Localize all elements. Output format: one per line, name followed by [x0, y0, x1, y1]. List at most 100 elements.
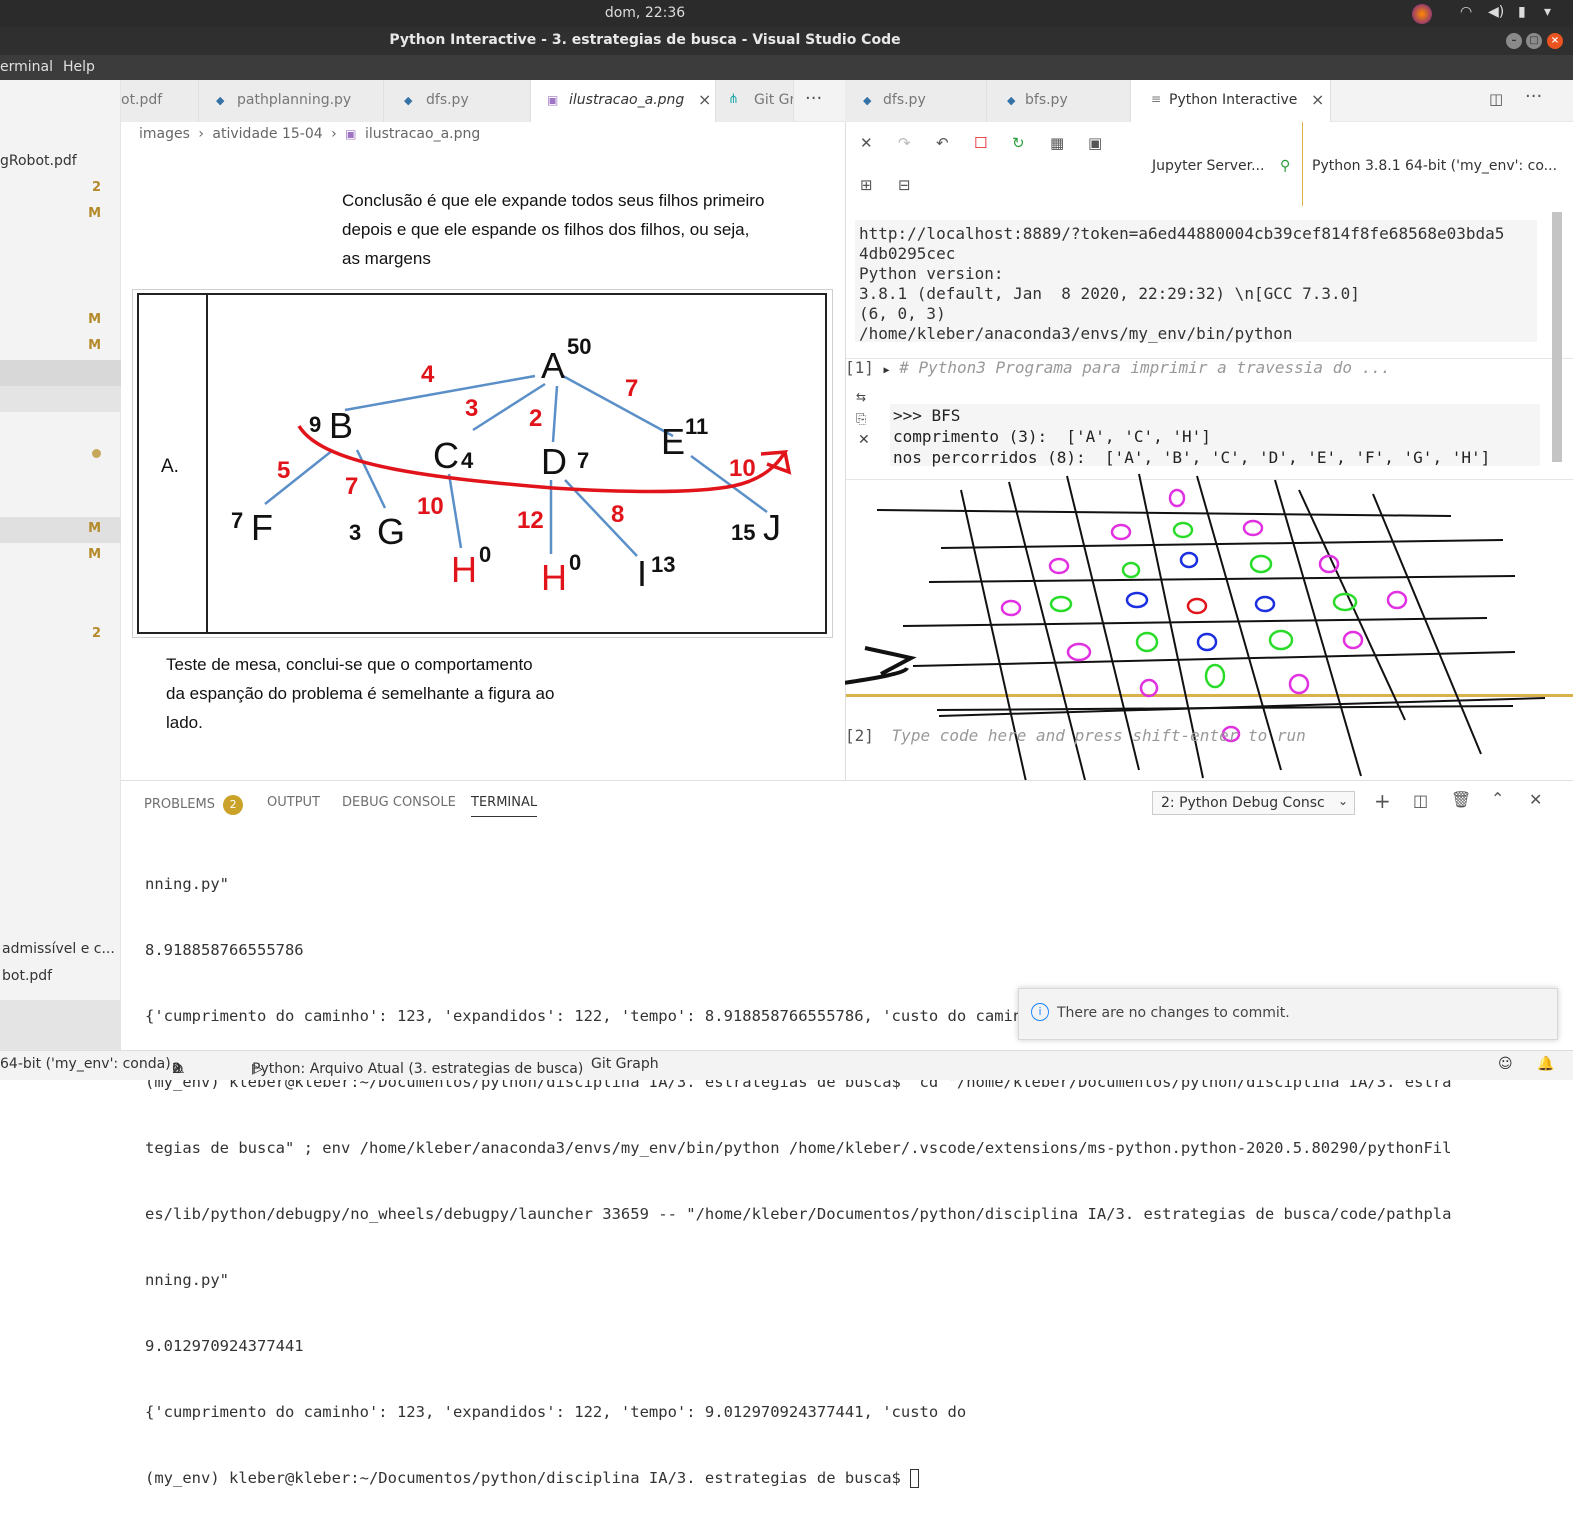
firefox-icon[interactable] [1412, 4, 1432, 24]
new-terminal-icon[interactable]: + [1374, 789, 1391, 813]
undo-icon[interactable]: ↶ [936, 134, 949, 152]
terminal-selector[interactable]: 2: Python Debug Consc ⌄ [1152, 791, 1355, 815]
clear-all-icon[interactable]: ✕ [860, 134, 873, 152]
trash-icon[interactable]: 🗑 [1451, 790, 1471, 809]
battery-icon[interactable]: ▮ [1518, 4, 1526, 20]
explorer-item[interactable]: 2 [0, 176, 121, 202]
explorer-item[interactable]: M [0, 334, 121, 360]
tab-ilustracao[interactable]: ▣ ilustracao_a.png × [531, 80, 716, 122]
input-cell-placeholder[interactable]: Type code here and press shift-enter to … [892, 726, 1306, 745]
maximize-icon[interactable]: □ [1526, 33, 1542, 49]
delete-cell-icon[interactable]: ✕ [858, 432, 870, 448]
cell-code[interactable]: # Python3 Programa para imprimir a trave… [899, 358, 1390, 377]
tab-problems[interactable]: PROBLEMS 2 [144, 795, 244, 815]
jupyter-server-status[interactable]: Jupyter Server... [1152, 158, 1264, 174]
redo-icon[interactable]: ↷ [898, 134, 911, 152]
close-tab-icon[interactable]: × [1311, 90, 1324, 109]
variables-icon[interactable]: ▦ [1050, 134, 1064, 152]
menu-terminal[interactable]: erminal [0, 59, 53, 75]
minimize-icon[interactable]: – [1506, 33, 1522, 49]
maximize-panel-icon[interactable]: ⌃ [1491, 789, 1504, 808]
cost-AE: 7 [625, 375, 638, 402]
node-H-left: H [451, 549, 477, 590]
status-interpreter[interactable]: 64-bit ('my_env': conda) [0, 1056, 171, 1072]
notifications-bell-icon[interactable]: 🔔 [1537, 1056, 1554, 1072]
explorer-item[interactable] [0, 440, 121, 466]
tab-git-graph[interactable]: ⋔ Git Gr [716, 80, 794, 122]
tab-label: pathplanning.py [237, 92, 352, 108]
kernel-selector[interactable]: Python 3.8.1 64-bit ('my_env': co... [1312, 158, 1557, 174]
terminal-line: (my_env) kleber@kleber:~/Documentos/pyth… [145, 1469, 911, 1487]
note-line: Conclusão é que ele expande todos seus f… [342, 191, 765, 210]
feedback-icon[interactable]: ☺ [1498, 1056, 1513, 1072]
split-editor-icon[interactable]: ◫ [1489, 90, 1503, 108]
save-icon[interactable]: ▣ [1088, 134, 1102, 152]
cost-BF: 5 [277, 457, 290, 484]
tab-dfs-right[interactable]: ◆ dfs.py [845, 80, 987, 122]
explorer-item-selected[interactable] [0, 360, 121, 386]
status-git-graph[interactable]: Git Graph [591, 1056, 659, 1072]
h-H-left: 0 [479, 542, 491, 567]
scrollbar-thumb[interactable] [1552, 212, 1562, 462]
tab-python-interactive[interactable]: ≡ Python Interactive × [1131, 80, 1331, 122]
cost-DI: 8 [611, 501, 624, 528]
system-clock[interactable]: dom, 22:36 [0, 5, 1290, 21]
breadcrumb-file[interactable]: ilustracao_a.png [365, 126, 480, 142]
collapse-triangle-icon[interactable]: ▶ [884, 365, 890, 376]
wifi-icon[interactable]: ◠ [1460, 4, 1472, 20]
tab-output[interactable]: OUTPUT [267, 795, 320, 810]
tab-terminal[interactable]: TERMINAL [471, 795, 538, 817]
close-tab-icon[interactable]: × [698, 90, 711, 109]
more-actions-icon[interactable]: ··· [1525, 86, 1542, 107]
explorer-item[interactable]: 2 [0, 622, 121, 648]
cell-1[interactable]: [1] ▶ # Python3 Programa para imprimir a… [845, 358, 1391, 377]
server-connected-icon: ⚲ [1280, 158, 1291, 174]
tab-pathplanning[interactable]: ◆ pathplanning.py [199, 80, 384, 122]
explorer-item[interactable]: bot.pdf [0, 965, 121, 991]
note-line: as margens [342, 249, 431, 268]
search-tree-figure: A B C D E F G I J H H 50 9 4 7 11 7 3 0 … [132, 289, 833, 638]
terminal-line: 9.012970924377441 [145, 1337, 304, 1355]
explorer-item[interactable]: M [0, 308, 121, 334]
copy-to-input-icon[interactable]: ⎘ [856, 412, 866, 427]
expand-all-icon[interactable]: ⊞ [860, 176, 873, 194]
close-panel-icon[interactable]: ✕ [1529, 790, 1542, 809]
python-file-icon: ◆ [404, 94, 413, 107]
interrupt-kernel-icon[interactable]: ☐ [974, 134, 987, 152]
goto-code-icon[interactable]: ⇆ [856, 390, 866, 404]
split-terminal-icon[interactable]: ◫ [1413, 791, 1428, 810]
tab-bfs[interactable]: ◆ bfs.py [987, 80, 1131, 122]
explorer-item[interactable]: M [0, 517, 121, 543]
close-window-icon[interactable]: × [1547, 33, 1563, 49]
warning-count: 2 [172, 1061, 181, 1077]
tab-robot-pdf[interactable]: ot.pdf [121, 80, 199, 122]
note-line: Teste de mesa, conclui-se que o comporta… [166, 655, 533, 674]
volume-icon[interactable]: ◀) [1488, 4, 1504, 20]
notification-toast[interactable]: i There are no changes to commit. [1018, 988, 1558, 1040]
terminal-output[interactable]: nning.py" 8.918858766555786 {'cumpriment… [145, 829, 1555, 1533]
restart-kernel-icon[interactable]: ↻ [1012, 134, 1025, 152]
tab-debug-console[interactable]: DEBUG CONSOLE [342, 795, 456, 810]
node-D: D [541, 441, 567, 482]
input-cell[interactable]: [2] Type code here and press shift-enter… [845, 726, 1306, 745]
breadcrumb-folder[interactable]: atividade 15-04 [212, 126, 322, 142]
explorer-item[interactable]: M [0, 543, 121, 569]
tab-dfs[interactable]: ◆ dfs.py [384, 80, 531, 122]
menu-help[interactable]: Help [63, 59, 95, 75]
tab-label: dfs.py [883, 92, 926, 108]
explorer-item[interactable]: admissível e c... [0, 938, 121, 964]
git-badge: M [88, 206, 101, 221]
power-menu-icon[interactable]: ▾ [1544, 4, 1551, 20]
input-cell-label: [2] [845, 726, 874, 745]
explorer-item-hover[interactable] [0, 386, 121, 412]
node-G: G [377, 511, 405, 552]
explorer-item[interactable]: gRobot.pdf [0, 150, 121, 176]
node-F: F [251, 507, 273, 548]
explorer-item-label: gRobot.pdf [0, 153, 77, 169]
menu-bar: erminal Help [0, 55, 1573, 80]
breadcrumb-images[interactable]: images [139, 126, 190, 142]
python-file-icon: ◆ [1007, 94, 1016, 107]
more-actions-icon[interactable]: ··· [805, 88, 822, 109]
explorer-item[interactable]: M [0, 202, 121, 228]
collapse-all-icon[interactable]: ⊟ [898, 176, 911, 194]
